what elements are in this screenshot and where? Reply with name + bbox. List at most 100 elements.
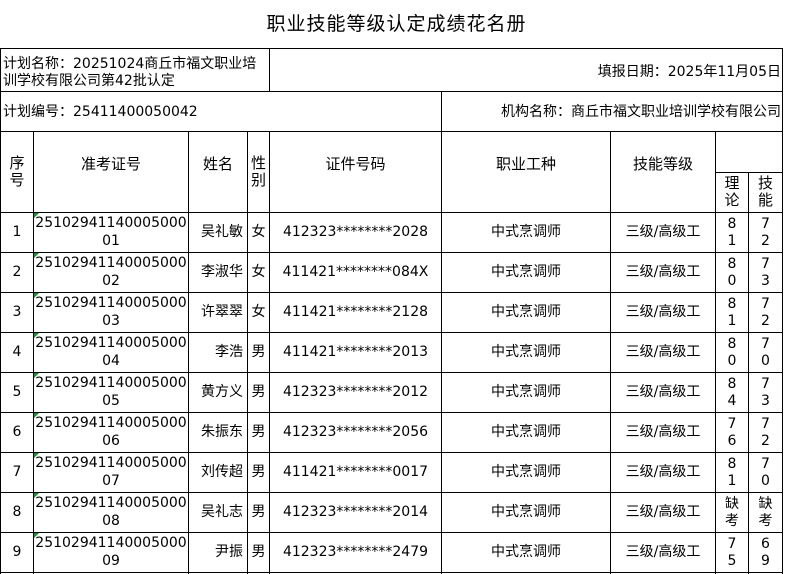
cell-theory-score-text: 81 — [727, 295, 737, 329]
plan-name-label: 计划名称： — [3, 56, 73, 72]
cell-theory-score-text: 76 — [727, 415, 737, 449]
cell-level: 三级/高级工 — [611, 293, 715, 332]
cell-gender-text: 男 — [251, 464, 266, 480]
plan-number-label: 计划编号： — [3, 104, 73, 120]
cell-name: 吴礼敏 — [189, 213, 247, 252]
cell-ticket-text: 2510294114000500005 — [35, 375, 187, 409]
cell-skill-score: 73 — [749, 253, 782, 292]
cell-name-text: 李浩 — [215, 344, 243, 360]
header-seq-text: 序号 — [9, 153, 25, 189]
cell-ticket-text: 2510294114000500006 — [35, 415, 187, 449]
cell-gender-text: 女 — [251, 224, 266, 240]
cell-level-text: 三级/高级工 — [625, 224, 701, 240]
cell-occupation: 中式烹调师 — [442, 533, 610, 572]
cell-level: 三级/高级工 — [611, 493, 715, 532]
cell-ticket: 2510294114000500007 — [34, 453, 188, 493]
header-theory-text: 理论 — [724, 174, 740, 209]
cell-name: 李淑华 — [189, 253, 247, 292]
cell-level-text: 三级/高级工 — [625, 384, 701, 400]
header-seq: 序号 — [1, 131, 33, 212]
header-level: 技能等级 — [611, 131, 715, 198]
cell-theory-score: 75 — [716, 533, 748, 572]
cell-gender: 男 — [248, 453, 269, 492]
cell-seq-text: 5 — [12, 384, 22, 400]
plan-number-value: 25411400050042 — [73, 104, 198, 120]
cell-theory-score-text: 缺考 — [725, 495, 739, 529]
cell-ticket: 2510294114000500003 — [34, 293, 188, 333]
cell-gender: 男 — [248, 373, 269, 412]
cell-theory-score: 81 — [716, 453, 748, 492]
text-format-marker-icon — [34, 493, 39, 498]
cell-occupation-text: 中式烹调师 — [491, 464, 561, 480]
cell-skill-score-text: 72 — [761, 415, 770, 449]
cell-occupation: 中式烹调师 — [442, 333, 610, 372]
cell-id-number: 412323********2479 — [270, 533, 441, 572]
header-gender-text: 性别 — [250, 153, 266, 189]
cell-name: 吴礼志 — [189, 493, 247, 532]
cell-name-text: 刘传超 — [201, 464, 243, 480]
cell-level-text: 三级/高级工 — [625, 304, 701, 320]
cell-occupation-text: 中式烹调师 — [491, 504, 561, 520]
cell-gender: 男 — [248, 533, 269, 572]
fill-date-label: 填报日期： — [597, 64, 668, 80]
cell-skill-score: 72 — [749, 413, 782, 452]
cell-id-number: 411421********0017 — [270, 453, 441, 492]
cell-level: 三级/高级工 — [611, 413, 715, 452]
cell-level-text: 三级/高级工 — [625, 464, 701, 480]
cell-gender: 男 — [248, 333, 269, 372]
cell-ticket: 2510294114000500002 — [34, 253, 188, 293]
cell-occupation-text: 中式烹调师 — [491, 384, 561, 400]
cell-occupation: 中式烹调师 — [442, 453, 610, 492]
cell-id-number: 411421********2128 — [270, 293, 441, 332]
cell-skill-score: 70 — [749, 453, 782, 492]
cell-id-number: 412323********2056 — [270, 413, 441, 452]
header-ticket: 准考证号 — [34, 131, 188, 198]
org-name: 机构名称：商丘市福文职业培训学校有限公司 — [501, 104, 781, 121]
cell-skill-score: 73 — [749, 373, 782, 412]
cell-ticket: 2510294114000500008 — [34, 493, 188, 533]
cell-theory-score: 80 — [716, 333, 748, 372]
cell-level: 三级/高级工 — [611, 253, 715, 292]
cell-name: 刘传超 — [189, 453, 247, 492]
fill-date: 填报日期：2025年11月05日 — [598, 64, 781, 81]
cell-name-text: 黄方义 — [201, 384, 243, 400]
text-format-marker-icon — [34, 373, 39, 378]
cell-id-number: 411421********2013 — [270, 333, 441, 372]
cell-name-text: 李淑华 — [201, 264, 243, 280]
cell-id-number: 412323********2012 — [270, 373, 441, 412]
header-occupation: 职业工种 — [442, 131, 610, 198]
cell-id-number-text: 412323********2012 — [282, 384, 429, 400]
text-format-marker-icon — [34, 253, 39, 258]
cell-theory-score: 80 — [716, 253, 748, 292]
fill-date-value: 2025年11月05日 — [667, 64, 781, 80]
cell-gender-text: 男 — [251, 504, 266, 520]
cell-id-number-text: 412323********2479 — [282, 544, 429, 560]
cell-id-number-text: 411421********0017 — [282, 464, 429, 480]
cell-seq: 4 — [1, 333, 33, 372]
cell-name-text: 朱振东 — [201, 424, 243, 440]
cell-seq-text: 8 — [12, 504, 22, 520]
header-skill-text: 技能 — [757, 174, 773, 209]
cell-occupation: 中式烹调师 — [442, 413, 610, 452]
cell-seq: 8 — [1, 493, 33, 532]
cell-seq: 1 — [1, 213, 33, 252]
cell-seq-text: 9 — [12, 544, 22, 560]
text-format-marker-icon — [34, 213, 39, 218]
cell-theory-score-text: 75 — [727, 535, 737, 569]
cell-id-number-text: 412323********2056 — [282, 424, 429, 440]
cell-ticket: 2510294114000500009 — [34, 533, 188, 573]
cell-skill-score-text: 69 — [761, 535, 770, 569]
text-format-marker-icon — [34, 333, 39, 338]
cell-gender-text: 男 — [251, 344, 266, 360]
cell-name: 黄方义 — [189, 373, 247, 412]
cell-theory-score-text: 81 — [727, 455, 737, 489]
cell-id-number-text: 412323********2014 — [282, 504, 429, 520]
cell-gender-text: 女 — [251, 264, 266, 280]
cell-level: 三级/高级工 — [611, 213, 715, 252]
cell-id-number: 412323********2028 — [270, 213, 441, 252]
cell-id-number-text: 412323********2028 — [282, 224, 429, 240]
cell-gender: 女 — [248, 213, 269, 252]
header-id-text: 证件号码 — [325, 155, 386, 173]
cell-seq: 3 — [1, 293, 33, 332]
cell-skill-score-text: 72 — [761, 215, 770, 249]
